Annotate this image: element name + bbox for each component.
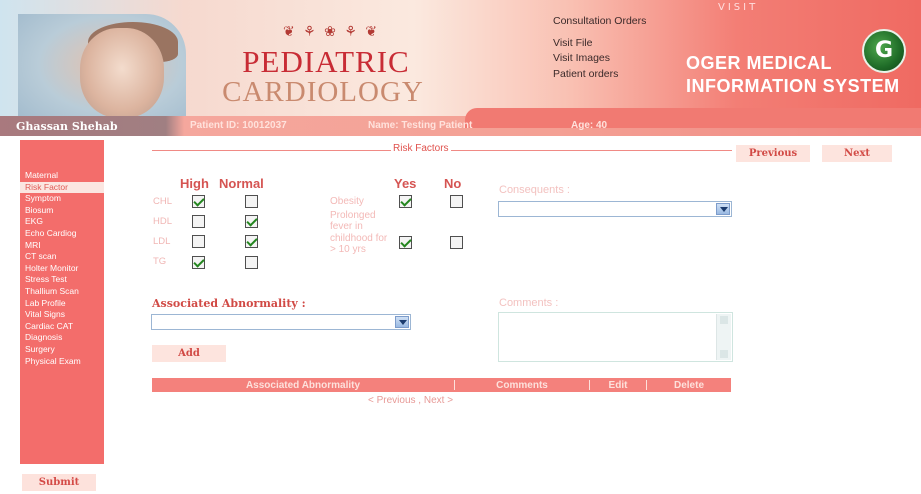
patient-bar-tab xyxy=(465,108,921,128)
col-no-header: No xyxy=(444,176,462,191)
patient-age: Age: 40 xyxy=(571,120,608,131)
sidebar-item-ct-scan[interactable]: CT scan xyxy=(20,251,104,263)
link-visit-file[interactable]: Visit File xyxy=(553,36,646,52)
sidebar-item-lab-profile[interactable]: Lab Profile xyxy=(20,298,104,310)
col-normal-header: Normal xyxy=(219,176,264,191)
col-yes-header: Yes xyxy=(394,176,417,191)
app-title-line2: CARDIOLOGY xyxy=(222,76,424,108)
submit-button[interactable]: Submit xyxy=(22,474,96,491)
chl-high-checkbox[interactable] xyxy=(192,195,205,208)
associated-abnormality-select[interactable] xyxy=(151,314,411,330)
lab-label-tg: TG xyxy=(153,256,167,267)
comments-label: Comments : xyxy=(499,297,559,309)
col-high-header: High xyxy=(180,176,209,191)
sidebar-item-physical-exam[interactable]: Physical Exam xyxy=(20,356,104,368)
sidebar-item-maternal[interactable]: Maternal xyxy=(20,170,104,182)
sidebar-item-mri[interactable]: MRI xyxy=(20,240,104,252)
chl-normal-checkbox[interactable] xyxy=(245,195,258,208)
sidebar-item-cardiac-cat[interactable]: Cardiac CAT xyxy=(20,321,104,333)
user-name: Ghassan Shehab xyxy=(16,120,118,133)
hdl-high-checkbox[interactable] xyxy=(192,215,205,228)
th-comments: Comments xyxy=(496,379,548,391)
pager-next-link[interactable]: Next > xyxy=(424,395,453,406)
next-button[interactable]: Next xyxy=(822,145,892,162)
brand-line2: INFORMATION SYSTEM xyxy=(686,76,900,96)
ldl-normal-checkbox[interactable] xyxy=(245,235,258,248)
sidebar-item-stress-test[interactable]: Stress Test xyxy=(20,274,104,286)
patient-name: Name: Testing Patient xyxy=(368,120,473,131)
sidebar-item-vital-signs[interactable]: Vital Signs xyxy=(20,309,104,321)
ldl-high-checkbox[interactable] xyxy=(192,235,205,248)
patient-id: Patient ID: 10012037 xyxy=(190,120,287,131)
table-pager: < Previous , Next > xyxy=(368,395,453,406)
sidebar-menu: Maternal Risk Factor Symptom Biosum EKG … xyxy=(20,140,104,464)
app-title-line1: PEDIATRIC xyxy=(242,44,410,79)
tg-normal-checkbox[interactable] xyxy=(245,256,258,269)
th-associated-abnormality: Associated Abnormality xyxy=(245,379,361,391)
fever-yes-checkbox[interactable] xyxy=(399,236,412,249)
associated-abnormality-label: Associated Abnormality : xyxy=(152,297,306,310)
sidebar-item-symptom[interactable]: Symptom xyxy=(20,193,104,205)
tg-high-checkbox[interactable] xyxy=(192,256,205,269)
sidebar-item-echo[interactable]: Echo Cardiog xyxy=(20,228,104,240)
consequents-select[interactable] xyxy=(498,201,732,217)
lab-label-ldl: LDL xyxy=(153,236,171,247)
pager-separator: , xyxy=(415,395,424,406)
sidebar-item-diagnosis[interactable]: Diagnosis xyxy=(20,332,104,344)
previous-button[interactable]: Previous xyxy=(736,145,810,162)
comments-scrollbar[interactable] xyxy=(716,314,731,360)
sidebar-item-ekg[interactable]: EKG xyxy=(20,216,104,228)
lab-label-chl: CHL xyxy=(153,196,173,207)
child-photo xyxy=(18,14,186,126)
section-title: Risk Factors xyxy=(391,143,451,154)
logo-letter: G xyxy=(874,38,894,63)
fever-no-checkbox[interactable] xyxy=(450,236,463,249)
sidebar-item-risk-factor[interactable]: Risk Factor xyxy=(20,181,104,194)
factor-label-fever: Prolonged fever in childhood for > 10 yr… xyxy=(330,210,388,256)
link-consultation-orders[interactable]: Consultation Orders xyxy=(553,14,646,30)
consequents-label: Consequents : xyxy=(499,184,570,196)
link-visit-images[interactable]: Visit Images xyxy=(553,51,646,67)
factor-label-obesity: Obesity xyxy=(330,196,364,207)
sidebar-item-biosum[interactable]: Biosum xyxy=(20,205,104,217)
photo-face xyxy=(80,28,164,118)
chevron-down-icon[interactable] xyxy=(395,316,409,328)
visit-label: VISIT xyxy=(718,2,759,13)
hdl-normal-checkbox[interactable] xyxy=(245,215,258,228)
sidebar-item-thallium[interactable]: Thallium Scan xyxy=(20,286,104,298)
obesity-no-checkbox[interactable] xyxy=(450,195,463,208)
comments-textarea[interactable] xyxy=(498,312,733,362)
chevron-down-icon[interactable] xyxy=(716,203,730,215)
lab-label-hdl: HDL xyxy=(153,216,173,227)
sidebar-item-holter[interactable]: Holter Monitor xyxy=(20,263,104,275)
sidebar-item-surgery[interactable]: Surgery xyxy=(20,344,104,356)
header-links: Consultation Orders Visit File Visit Ima… xyxy=(553,14,646,82)
add-button[interactable]: Add xyxy=(152,345,226,362)
link-patient-orders[interactable]: Patient orders xyxy=(553,67,646,83)
th-delete: Delete xyxy=(673,379,704,391)
oger-logo-icon: G xyxy=(862,29,906,73)
th-edit: Edit xyxy=(608,379,628,391)
abnormality-table-header: Associated Abnormality Comments Edit Del… xyxy=(152,378,731,392)
pager-previous-link[interactable]: < Previous xyxy=(368,395,416,406)
obesity-yes-checkbox[interactable] xyxy=(399,195,412,208)
